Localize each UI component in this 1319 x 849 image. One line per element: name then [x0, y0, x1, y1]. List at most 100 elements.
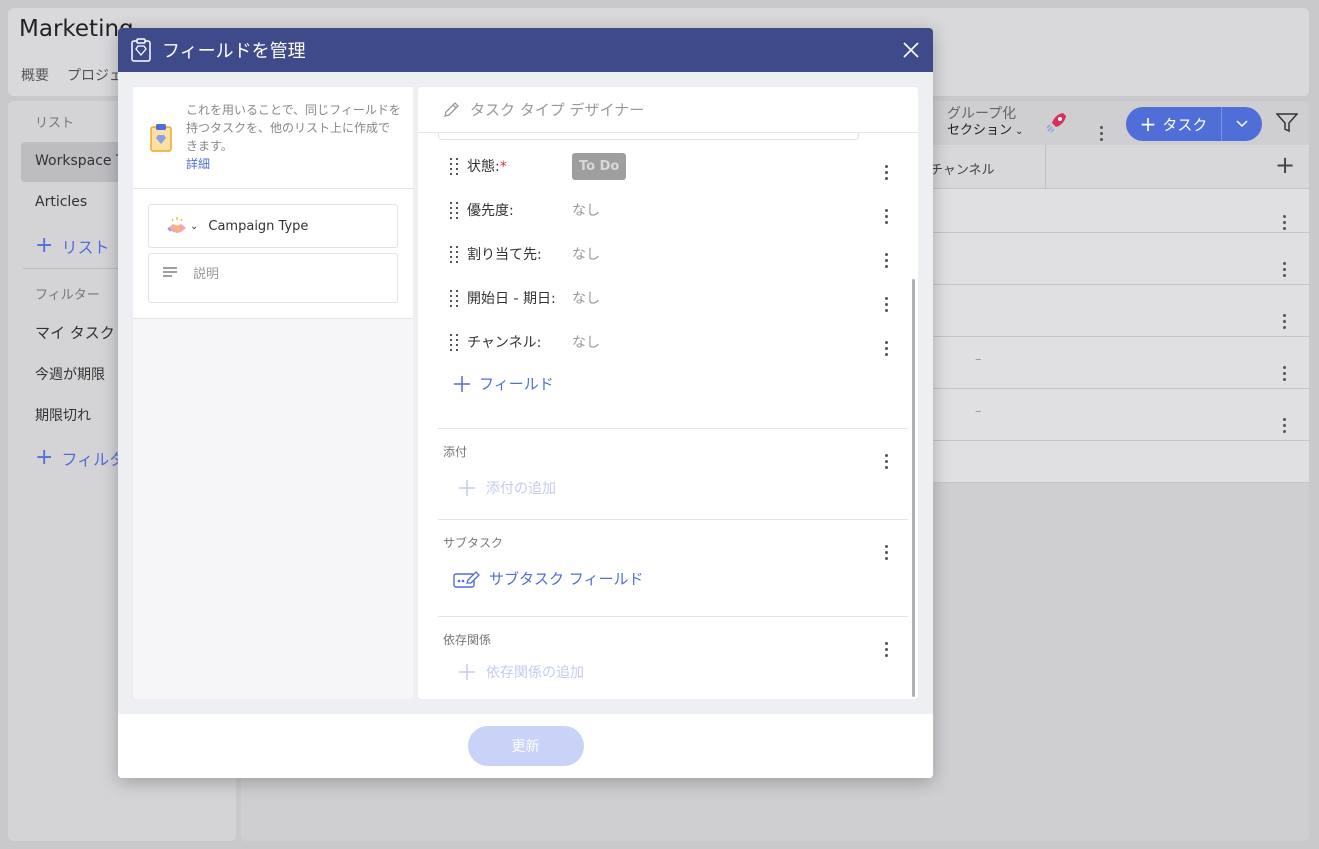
drag-handle-icon[interactable] [450, 289, 460, 307]
type-settings-panel: これを用いることで、同じフィールドを持つタスクを、他のリスト上に作成できます。 … [133, 87, 413, 699]
field-value-assignee: なし [572, 247, 600, 263]
section-divider [438, 519, 908, 520]
info-box: これを用いることで、同じフィールドを持つタスクを、他のリスト上に作成できます。 … [133, 87, 413, 189]
add-filter-button[interactable]: + フィルタ [35, 446, 125, 470]
add-filter-label: フィルタ [61, 450, 126, 469]
plus-icon [459, 480, 475, 496]
info-description: これを用いることで、同じフィールドを持つタスクを、他のリスト上に作成できます。 [186, 103, 401, 153]
filter-overdue[interactable]: 期限切れ [35, 405, 91, 425]
sidebar-item-workspace[interactable]: Workspace Ta [35, 153, 131, 169]
field-label-priority: 優先度: [467, 203, 514, 219]
field-kebab-icon[interactable] [878, 197, 894, 224]
tab-overview[interactable]: 概要 [21, 65, 49, 85]
type-icon-picker[interactable]: ⌄ [166, 216, 198, 236]
column-header-channel[interactable]: チャンネル [930, 159, 995, 178]
designer-header: タスク タイプ デザイナー [418, 87, 918, 133]
section-divider [438, 428, 908, 429]
sidebar-item-articles[interactable]: Articles [35, 194, 87, 210]
filter-icon[interactable] [1275, 113, 1299, 137]
field-kebab-icon[interactable] [878, 329, 894, 356]
row-kebab-icon[interactable] [1276, 250, 1292, 277]
field-kebab-icon[interactable] [878, 241, 894, 268]
lists-header: リスト [35, 116, 75, 131]
add-field-button[interactable]: フィールド [453, 373, 554, 394]
lines-icon [162, 264, 178, 283]
grid-row[interactable] [933, 233, 1309, 285]
drag-handle-icon[interactable] [450, 157, 460, 175]
scrolled-card-edge [438, 133, 859, 140]
field-kebab-icon[interactable] [878, 285, 894, 312]
handshake-icon [167, 217, 186, 233]
field-row-assignee[interactable]: 割り当て先: なし [418, 232, 908, 276]
project-title: Marketing [19, 16, 134, 42]
field-label-assignee: 割り当て先: [467, 247, 542, 263]
clipboard-icon [149, 123, 173, 157]
project-tabs: 概要 プロジェ [21, 65, 123, 85]
drag-handle-icon[interactable] [450, 201, 460, 219]
field-label-dates: 開始日 - 期日: [467, 291, 556, 307]
field-kebab-icon[interactable] [878, 153, 894, 180]
grid-row[interactable] [933, 441, 1309, 483]
plus-icon [454, 375, 470, 392]
pencil-icon [442, 101, 460, 119]
field-label-channel: チャンネル: [467, 335, 542, 351]
row-kebab-icon[interactable] [1276, 302, 1292, 329]
add-task-button[interactable]: + タスク [1126, 107, 1262, 141]
close-icon[interactable] [902, 41, 920, 59]
scrollbar[interactable] [912, 279, 915, 697]
attachments-title: 添付 [443, 445, 468, 459]
filter-due-this-week[interactable]: 今週が期限 [35, 364, 105, 384]
add-list-button[interactable]: + リスト [35, 234, 109, 258]
drag-handle-icon[interactable] [450, 245, 460, 263]
subtasks-kebab-icon[interactable] [878, 533, 894, 560]
row-kebab-icon[interactable] [1276, 354, 1292, 381]
field-label-status: 状態:* [467, 159, 507, 175]
chevron-down-icon: ⌄ [190, 220, 199, 232]
add-attachment-label: 添付の追加 [486, 481, 556, 497]
add-column-plus-icon[interactable]: + [1275, 153, 1295, 177]
type-form-area: ⌄ Campaign Type 説明 [133, 189, 413, 319]
learn-more-link[interactable]: 詳細 [186, 157, 210, 171]
dependencies-title: 依存関係 [443, 633, 492, 647]
group-by-label: グループ化 [947, 106, 1017, 122]
designer-title: タスク タイプ デザイナー [470, 101, 645, 119]
manage-fields-modal: フィールドを管理 これを用いることで、同じフィールドを持つタスクを、他のリスト上… [118, 28, 933, 778]
subtask-field-button[interactable]: サブタスク フィールド [453, 568, 643, 589]
clipboard-diamond-icon [130, 38, 152, 62]
filter-my-tasks[interactable]: マイ タスク [35, 322, 115, 343]
group-by-control[interactable]: グループ化 セクション ⌄ [947, 105, 1023, 140]
type-name-value: Campaign Type [208, 218, 309, 234]
toolbar-kebab-icon[interactable] [1093, 114, 1109, 141]
grid-row[interactable] [933, 389, 1309, 441]
description-field[interactable]: 説明 [148, 253, 398, 303]
rocket-icon[interactable] [1045, 110, 1069, 138]
modal-body: これを用いることで、同じフィールドを持つタスクを、他のリスト上に作成できます。 … [118, 72, 933, 714]
grid-row[interactable] [933, 189, 1309, 233]
drag-handle-icon[interactable] [450, 333, 460, 351]
cell-dash: – [975, 352, 982, 367]
field-row-dates[interactable]: 開始日 - 期日: なし [418, 276, 908, 320]
add-attachment-button: 添付の追加 [458, 478, 556, 498]
section-divider [438, 616, 908, 617]
type-name-field[interactable]: ⌄ Campaign Type [148, 204, 398, 248]
grid-row[interactable] [933, 285, 1309, 337]
edit-field-icon [453, 570, 480, 588]
task-dropdown-chevron-icon[interactable] [1222, 120, 1262, 128]
attachments-kebab-icon[interactable] [878, 442, 894, 469]
field-row-channel[interactable]: チャンネル: なし [418, 320, 908, 364]
plus-icon: + [35, 233, 54, 258]
row-kebab-icon[interactable] [1276, 203, 1292, 230]
subtask-field-label: サブタスク フィールド [489, 570, 644, 588]
plus-icon: + [1139, 112, 1157, 136]
grid-row[interactable] [933, 337, 1309, 389]
add-field-label: フィールド [479, 375, 554, 393]
field-row-priority[interactable]: 優先度: なし [418, 188, 908, 232]
update-button[interactable]: 更新 [467, 726, 584, 766]
status-badge[interactable]: To Do [572, 152, 627, 180]
row-kebab-icon[interactable] [1276, 406, 1292, 433]
modal-title: フィールドを管理 [162, 41, 306, 62]
tab-projects[interactable]: プロジェ [67, 65, 123, 85]
field-value-dates: なし [572, 291, 600, 307]
dependencies-kebab-icon[interactable] [878, 630, 894, 657]
field-row-status[interactable]: 状態:* To Do [418, 144, 908, 188]
